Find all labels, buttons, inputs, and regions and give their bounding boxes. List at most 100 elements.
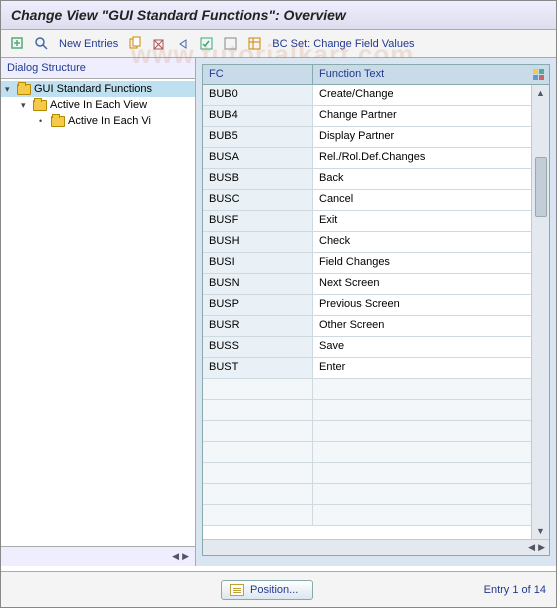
- cell-fc[interactable]: BUSP: [203, 295, 313, 315]
- cell-function-text[interactable]: [313, 505, 531, 525]
- cell-function-text[interactable]: Next Screen: [313, 274, 531, 294]
- cell-fc[interactable]: BUSH: [203, 232, 313, 252]
- cell-fc[interactable]: BUB4: [203, 106, 313, 126]
- cell-fc[interactable]: [203, 442, 313, 462]
- table-row[interactable]: BUB4Change Partner: [203, 106, 531, 127]
- cell-fc[interactable]: BUSS: [203, 337, 313, 357]
- bc-set-button[interactable]: BC Set: Change Field Values: [270, 38, 416, 50]
- cell-fc[interactable]: BUSN: [203, 274, 313, 294]
- table-row[interactable]: BUSTEnter: [203, 358, 531, 379]
- cell-fc[interactable]: [203, 379, 313, 399]
- cell-function-text[interactable]: Other Screen: [313, 316, 531, 336]
- column-header-fc[interactable]: FC: [203, 65, 313, 84]
- cell-fc[interactable]: BUSI: [203, 253, 313, 273]
- scroll-right-icon[interactable]: ▶: [538, 542, 545, 553]
- table-row-empty[interactable]: [203, 463, 531, 484]
- table-row-empty[interactable]: [203, 505, 531, 526]
- cell-function-text[interactable]: Cancel: [313, 190, 531, 210]
- cell-fc[interactable]: BUB0: [203, 85, 313, 105]
- find-icon[interactable]: [33, 35, 51, 53]
- delete-icon[interactable]: [150, 35, 168, 53]
- table-row-empty[interactable]: [203, 400, 531, 421]
- folder-icon: [17, 84, 31, 95]
- tree: ▾ GUI Standard Functions ▾ Active In Eac…: [1, 79, 195, 546]
- cell-function-text[interactable]: [313, 379, 531, 399]
- cell-fc[interactable]: BUSF: [203, 211, 313, 231]
- table-row[interactable]: BUSCCancel: [203, 190, 531, 211]
- scroll-right-icon[interactable]: ▶: [182, 551, 189, 562]
- undo-icon[interactable]: [174, 35, 192, 53]
- column-header-function-text[interactable]: Function Text: [313, 65, 529, 84]
- table-row[interactable]: BUSPPrevious Screen: [203, 295, 531, 316]
- deselect-all-icon[interactable]: [222, 35, 240, 53]
- table-row[interactable]: BUSFExit: [203, 211, 531, 232]
- copy-icon[interactable]: [126, 35, 144, 53]
- cell-function-text[interactable]: Rel./Rol.Def.Changes: [313, 148, 531, 168]
- cell-fc[interactable]: [203, 505, 313, 525]
- cell-function-text[interactable]: Previous Screen: [313, 295, 531, 315]
- cell-fc[interactable]: BUB5: [203, 127, 313, 147]
- tree-node-label: GUI Standard Functions: [34, 83, 152, 95]
- cell-function-text[interactable]: Back: [313, 169, 531, 189]
- chevron-down-icon[interactable]: ▾: [5, 84, 14, 95]
- scroll-left-icon[interactable]: ◀: [528, 542, 535, 553]
- scroll-down-icon[interactable]: ▼: [536, 523, 545, 539]
- entry-count: Entry 1 of 14: [484, 584, 546, 596]
- table-row[interactable]: BUB0Create/Change: [203, 85, 531, 106]
- scroll-up-icon[interactable]: ▲: [536, 85, 545, 101]
- table-row-empty[interactable]: [203, 421, 531, 442]
- table-config-icon[interactable]: [529, 65, 549, 84]
- cell-fc[interactable]: BUSB: [203, 169, 313, 189]
- table-row[interactable]: BUSROther Screen: [203, 316, 531, 337]
- table-row-empty[interactable]: [203, 379, 531, 400]
- position-icon: [230, 584, 244, 596]
- table-row-empty[interactable]: [203, 442, 531, 463]
- table-settings-icon[interactable]: [246, 35, 264, 53]
- chevron-down-icon[interactable]: ▾: [21, 100, 30, 111]
- cell-function-text[interactable]: Field Changes: [313, 253, 531, 273]
- cell-fc[interactable]: [203, 400, 313, 420]
- cell-function-text[interactable]: [313, 400, 531, 420]
- cell-function-text[interactable]: Create/Change: [313, 85, 531, 105]
- cell-function-text[interactable]: Save: [313, 337, 531, 357]
- vertical-scrollbar[interactable]: ▲ ▼: [531, 85, 549, 539]
- cell-fc[interactable]: BUSA: [203, 148, 313, 168]
- scroll-left-icon[interactable]: ◀: [172, 551, 179, 562]
- cell-function-text[interactable]: Change Partner: [313, 106, 531, 126]
- dialog-structure-sidebar: Dialog Structure ▾ GUI Standard Function…: [1, 58, 196, 566]
- cell-function-text[interactable]: Check: [313, 232, 531, 252]
- cell-function-text[interactable]: [313, 442, 531, 462]
- table-row[interactable]: BUB5Display Partner: [203, 127, 531, 148]
- select-all-icon[interactable]: [198, 35, 216, 53]
- cell-fc[interactable]: BUST: [203, 358, 313, 378]
- cell-fc[interactable]: [203, 463, 313, 483]
- new-entries-button[interactable]: New Entries: [57, 38, 120, 50]
- cell-fc[interactable]: [203, 484, 313, 504]
- cell-function-text[interactable]: Exit: [313, 211, 531, 231]
- table-row[interactable]: BUSBBack: [203, 169, 531, 190]
- cell-fc[interactable]: BUSR: [203, 316, 313, 336]
- tree-node-active-in-each-view[interactable]: ▾ Active In Each View: [1, 97, 195, 113]
- tree-node-gui-standard-functions[interactable]: ▾ GUI Standard Functions: [1, 81, 195, 97]
- table-row[interactable]: BUSARel./Rol.Def.Changes: [203, 148, 531, 169]
- position-button[interactable]: Position...: [221, 580, 313, 600]
- bullet-icon: •: [39, 116, 48, 126]
- table-row-empty[interactable]: [203, 484, 531, 505]
- position-label: Position...: [250, 584, 298, 596]
- horizontal-scrollbar[interactable]: ◀ ▶: [203, 539, 549, 555]
- table-row[interactable]: BUSSSave: [203, 337, 531, 358]
- expand-all-icon[interactable]: [9, 35, 27, 53]
- cell-function-text[interactable]: [313, 484, 531, 504]
- table-row[interactable]: BUSIField Changes: [203, 253, 531, 274]
- table-row[interactable]: BUSHCheck: [203, 232, 531, 253]
- cell-function-text[interactable]: [313, 463, 531, 483]
- sidebar-hscroll[interactable]: ◀ ▶: [1, 546, 195, 566]
- cell-function-text[interactable]: Display Partner: [313, 127, 531, 147]
- cell-function-text[interactable]: Enter: [313, 358, 531, 378]
- scrollbar-thumb[interactable]: [535, 157, 547, 217]
- cell-fc[interactable]: BUSC: [203, 190, 313, 210]
- tree-node-active-in-each-view-sub[interactable]: • Active In Each Vi: [1, 113, 195, 129]
- cell-function-text[interactable]: [313, 421, 531, 441]
- table-row[interactable]: BUSNNext Screen: [203, 274, 531, 295]
- cell-fc[interactable]: [203, 421, 313, 441]
